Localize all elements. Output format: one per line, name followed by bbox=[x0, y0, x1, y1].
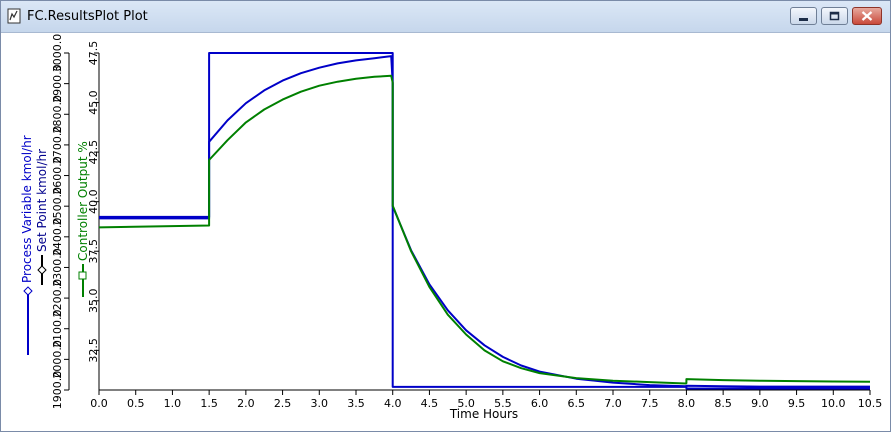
x-tick-label: 1.0 bbox=[164, 397, 182, 410]
x-tick-label: 0.5 bbox=[127, 397, 145, 410]
x-tick-label: 10.0 bbox=[821, 397, 846, 410]
x-tick-label: 3.5 bbox=[347, 397, 365, 410]
x-tick-label: 4.5 bbox=[421, 397, 439, 410]
y2-tick-label: 47.5 bbox=[87, 41, 100, 66]
minimize-button[interactable] bbox=[790, 7, 817, 25]
x-tick-label: 8.0 bbox=[678, 397, 696, 410]
close-button[interactable] bbox=[852, 7, 882, 25]
y1-tick-label: 3000.0 bbox=[51, 34, 64, 73]
series-line-process-variable-kmol-hr bbox=[99, 55, 870, 388]
x-tick-label: 8.5 bbox=[714, 397, 732, 410]
legend-item-process-variable: Process Variable kmol/hr bbox=[20, 135, 34, 355]
x-tick-label: 2.0 bbox=[237, 397, 255, 410]
x-tick-label: 9.0 bbox=[751, 397, 769, 410]
x-tick-label: 2.5 bbox=[274, 397, 292, 410]
x-tick-label: 10.5 bbox=[858, 397, 883, 410]
minimize-icon bbox=[799, 18, 808, 21]
x-tick-label: 1.5 bbox=[200, 397, 218, 410]
y2-tick-label: 35.0 bbox=[87, 289, 100, 314]
legend-label-process-variable: Process Variable kmol/hr bbox=[20, 135, 34, 283]
x-tick-label: 6.5 bbox=[568, 397, 586, 410]
series-line-controller-output bbox=[98, 74, 871, 385]
window-title: FC.ResultsPlot Plot bbox=[27, 9, 148, 24]
y1-tick-group: 1900.02000.02100.02200.02300.02400.02500… bbox=[51, 34, 69, 409]
x-tick-label: 3.0 bbox=[311, 397, 329, 410]
title-bar[interactable]: FC.ResultsPlot Plot bbox=[1, 1, 890, 33]
series-line-set-point-kmol-hr bbox=[99, 52, 870, 390]
diamond-marker-icon bbox=[23, 286, 33, 296]
y2-tick-label: 32.5 bbox=[87, 338, 100, 363]
legend-label-set-point: Set Point kmol/hr bbox=[35, 149, 49, 252]
plot-icon[interactable] bbox=[7, 8, 21, 24]
legend-item-controller-output: Controller Output % bbox=[76, 141, 90, 297]
x-tick-label: 6.0 bbox=[531, 397, 549, 410]
legend-label-controller-output: Controller Output % bbox=[76, 141, 90, 261]
maximize-button[interactable] bbox=[821, 7, 848, 25]
x-tick-label: 0.0 bbox=[90, 397, 108, 410]
x-tick-label: 4.0 bbox=[384, 397, 402, 410]
square-marker-icon bbox=[78, 271, 87, 280]
x-tick-label: 7.0 bbox=[604, 397, 622, 410]
plot-window: FC.ResultsPlot Plot 0.0 0.5 1.0 1.5 2.0 2.5 3.… bbox=[0, 0, 891, 432]
x-axis-label: Time Hours bbox=[449, 407, 518, 421]
close-icon bbox=[861, 11, 873, 21]
diamond-marker-icon bbox=[37, 265, 47, 275]
results-chart: 0.0 0.5 1.0 1.5 2.0 2.5 3.0 3.5 4.0 4.5 5.0 5.5 6.0 6… bbox=[20, 34, 883, 421]
x-tick-label: 7.5 bbox=[641, 397, 659, 410]
legend-item-set-point: Set Point kmol/hr bbox=[35, 149, 49, 285]
maximize-icon bbox=[829, 11, 840, 21]
series-group bbox=[98, 52, 871, 390]
x-tick-label: 9.5 bbox=[788, 397, 806, 410]
y2-tick-label: 45.0 bbox=[87, 90, 100, 115]
